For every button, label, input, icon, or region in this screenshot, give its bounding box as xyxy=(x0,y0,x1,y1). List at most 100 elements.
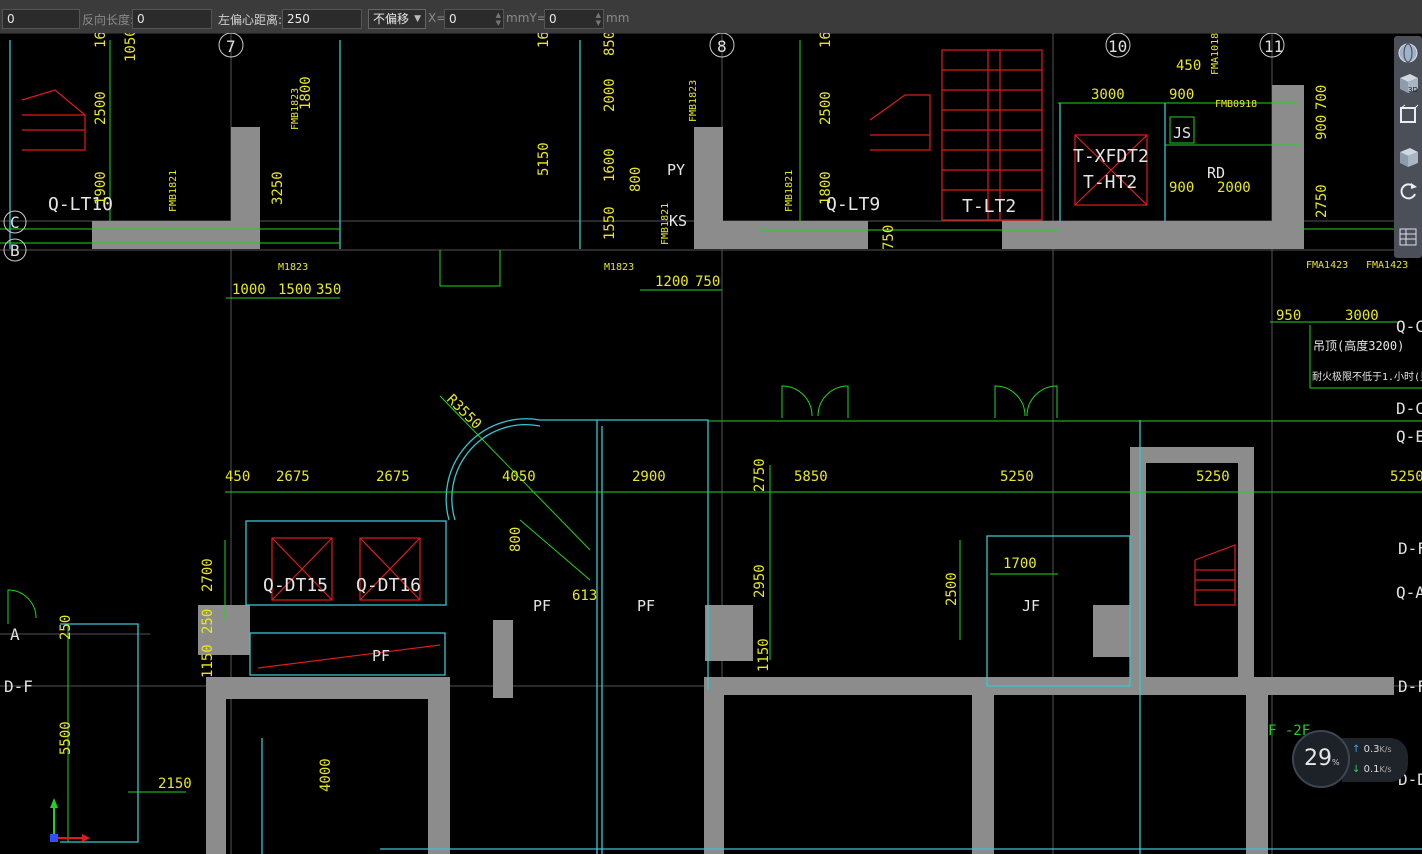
upload-arrow-icon: ↑ xyxy=(1352,744,1361,755)
dimension-text: 900 xyxy=(1169,180,1194,196)
ceiling-annotation: 吊顶(高度3200) xyxy=(1313,338,1404,353)
door-tag: FMB1823 xyxy=(290,88,301,130)
offset-mode-select[interactable]: 不偏移 ▼ xyxy=(368,9,426,29)
rotate-icon[interactable] xyxy=(1396,178,1420,204)
grid-label: D-F xyxy=(1398,677,1422,696)
reverse-length-input[interactable]: 0 xyxy=(132,9,212,29)
x-input[interactable]: 0 ▲ ▼ xyxy=(444,9,504,29)
door-tag: FMB1823 xyxy=(688,80,699,122)
offset-mode-value: 不偏移 xyxy=(373,12,410,26)
room-tag: PF xyxy=(637,597,655,615)
room-tag: PY xyxy=(667,161,685,179)
dimension-text: 1600 xyxy=(602,148,618,182)
grid-label: A xyxy=(10,625,20,644)
cad-drawing-canvas[interactable]: 7 8 10 11 C B A D-F Q-C D-C Q-E D-F Q-A … xyxy=(0,33,1422,854)
dimension-text: 5150 xyxy=(536,142,552,176)
annotation-layer: 吊顶(高度3200) 耐火极限不低于1.小时(见总说明) xyxy=(1312,338,1422,383)
property-toolbar: 0 反向长度: 0 左偏心距离: 250 不偏移 ▼ X= 0 ▲ ▼ mmY= … xyxy=(0,0,1422,34)
door-tag: FMB1821 xyxy=(168,170,179,212)
value-field[interactable]: 0 xyxy=(2,9,80,29)
dimension-text: 2700 xyxy=(200,558,216,592)
y-value: 0 xyxy=(549,12,557,26)
room-tag: JF xyxy=(1022,597,1040,615)
upload-unit: K/s xyxy=(1379,745,1392,754)
3d-label: 3D xyxy=(1408,86,1418,94)
dimension-text: 1150 xyxy=(756,638,772,672)
download-arrow-icon: ↓ xyxy=(1352,764,1361,775)
door-tag: FMB0918 xyxy=(1215,99,1257,110)
dimension-text: 2675 xyxy=(376,469,410,485)
fire-annotation: 耐火极限不低于1.小时(见总说明) xyxy=(1312,370,1422,383)
dimension-text: 3250 xyxy=(270,171,286,205)
dimension-text: 1500 xyxy=(278,282,312,298)
grid-settings-icon[interactable] xyxy=(1396,224,1420,250)
door-tag: FMA1423 xyxy=(1366,260,1408,271)
grid-label: D-F xyxy=(4,677,33,696)
room-tag: T-XFDT2 xyxy=(1073,146,1149,167)
cpu-usage-circle[interactable]: 29 % xyxy=(1292,730,1350,788)
dimension-text: 5500 xyxy=(58,721,74,755)
download-unit: K/s xyxy=(1379,765,1392,774)
cpu-percent-unit: % xyxy=(1332,758,1340,767)
room-tag: T-LT2 xyxy=(962,196,1016,217)
room-tag: JS xyxy=(1173,124,1191,142)
dimension-text: 800 xyxy=(628,167,644,192)
radius-label: R3550 xyxy=(443,392,484,433)
dimension-text: 1050 xyxy=(123,33,139,62)
globe-icon[interactable] xyxy=(1396,40,1420,66)
dimension-text: 1900 xyxy=(93,171,109,205)
cpu-percent: 29 xyxy=(1304,746,1332,771)
room-tag: T-HT2 xyxy=(1083,172,1137,193)
grid-label: C xyxy=(10,213,20,232)
y-input[interactable]: 0 ▲ ▼ xyxy=(544,9,604,29)
left-offset-input[interactable]: 250 xyxy=(282,9,362,29)
dimension-text: 2500 xyxy=(944,572,960,606)
network-speed-widget[interactable]: ↑ 0.3K/s ↓ 0.1K/s 29 % xyxy=(1292,730,1410,792)
dimension-text: 2950 xyxy=(752,564,768,598)
navigation-bar: 3D xyxy=(1394,36,1422,258)
dimension-text: 2000 xyxy=(1217,180,1251,196)
dimension-text: 5250 xyxy=(1196,469,1230,485)
spinner-icon[interactable]: ▲ ▼ xyxy=(496,11,501,27)
grid-label: Q-C xyxy=(1396,317,1422,336)
spinner-icon[interactable]: ▲ ▼ xyxy=(596,11,601,27)
chevron-down-icon: ▼ xyxy=(414,14,421,24)
dimension-text: 900 xyxy=(1169,87,1194,103)
grid-label: Q-A xyxy=(1396,583,1422,602)
grid-label: 10 xyxy=(1108,37,1127,56)
dimension-text: 5250 xyxy=(1390,469,1422,485)
dimension-text: 1550 xyxy=(602,206,618,240)
dimension-text: 250 xyxy=(200,609,216,634)
dimension-text: 2150 xyxy=(158,776,192,792)
dimension-text: 5850 xyxy=(794,469,828,485)
dimension-text: 5250 xyxy=(1000,469,1034,485)
3d-cube-icon[interactable]: 3D xyxy=(1396,70,1420,96)
dimension-text: 1200 xyxy=(655,274,689,290)
dimension-text: 3000 xyxy=(1345,308,1379,324)
x-value: 0 xyxy=(449,12,457,26)
left-offset-label: 左偏心距离: xyxy=(218,13,283,27)
dimension-text: 4050 xyxy=(502,469,536,485)
grid-label: 11 xyxy=(1264,37,1283,56)
dimension-text: 2900 xyxy=(632,469,666,485)
box-view-icon[interactable] xyxy=(1396,102,1420,128)
box-view-icon[interactable] xyxy=(1396,144,1420,170)
dimension-text: 2500 xyxy=(818,91,834,125)
dimension-text: 700 xyxy=(1314,85,1330,110)
grid-label: 8 xyxy=(717,37,727,56)
room-tag: Q-DT16 xyxy=(356,575,421,596)
download-value: 0.1 xyxy=(1363,764,1380,775)
dimension-text: 450 xyxy=(225,469,250,485)
grid-label: D-C xyxy=(1396,399,1422,418)
dimension-text: 2500 xyxy=(93,91,109,125)
grid-label: B xyxy=(10,241,20,260)
door-tag: FMB1821 xyxy=(660,203,671,245)
dimension-text: 900 xyxy=(1314,115,1330,140)
ucs-axis-icon xyxy=(50,798,90,842)
dimension-text: 1150 xyxy=(200,644,216,678)
door-tag: FMA1018 xyxy=(1210,33,1221,75)
dimension-text: 750 xyxy=(881,225,897,250)
dimension-text: 1000 xyxy=(232,282,266,298)
dimension-text: 613 xyxy=(572,588,597,604)
value-field-text: 0 xyxy=(7,12,15,26)
